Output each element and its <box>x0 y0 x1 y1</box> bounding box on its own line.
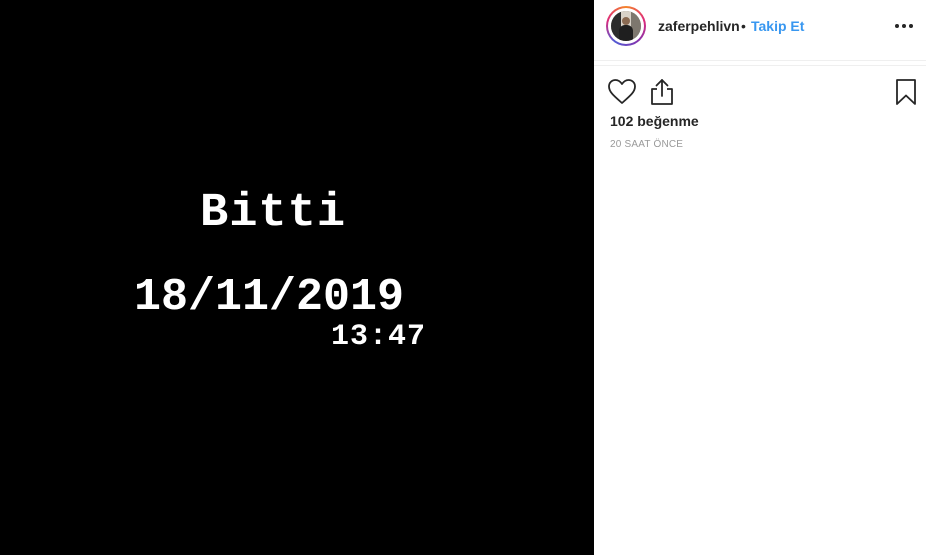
post-image-title: Bitti <box>200 187 347 240</box>
username-link[interactable]: zaferpehlivn <box>658 18 740 34</box>
post-side-panel: zaferpehlivn • Takip Et 102 beğenme 20 S… <box>594 0 926 555</box>
follow-button[interactable]: Takip Et <box>751 18 804 34</box>
share-icon[interactable] <box>646 76 678 108</box>
header-separator: • <box>741 18 746 34</box>
post-actions <box>594 72 926 112</box>
post-image-date: 18/11/2019 <box>134 272 405 323</box>
heart-icon[interactable] <box>606 76 638 108</box>
avatar-photo <box>611 11 641 41</box>
like-count[interactable]: 102 beğenme <box>610 113 699 129</box>
post-header: zaferpehlivn • Takip Et <box>594 0 926 61</box>
more-options-icon[interactable] <box>894 14 920 38</box>
post-timestamp[interactable]: 20 SAAT ÖNCE <box>610 139 683 150</box>
instagram-post-view: Bitti 18/11/2019 13:47 zaferpehlivn • Ta… <box>0 0 926 555</box>
avatar[interactable] <box>606 6 646 46</box>
bookmark-icon[interactable] <box>890 76 922 108</box>
divider <box>594 65 926 66</box>
post-image-time: 13:47 <box>331 320 427 354</box>
post-image[interactable]: Bitti 18/11/2019 13:47 <box>0 0 594 555</box>
